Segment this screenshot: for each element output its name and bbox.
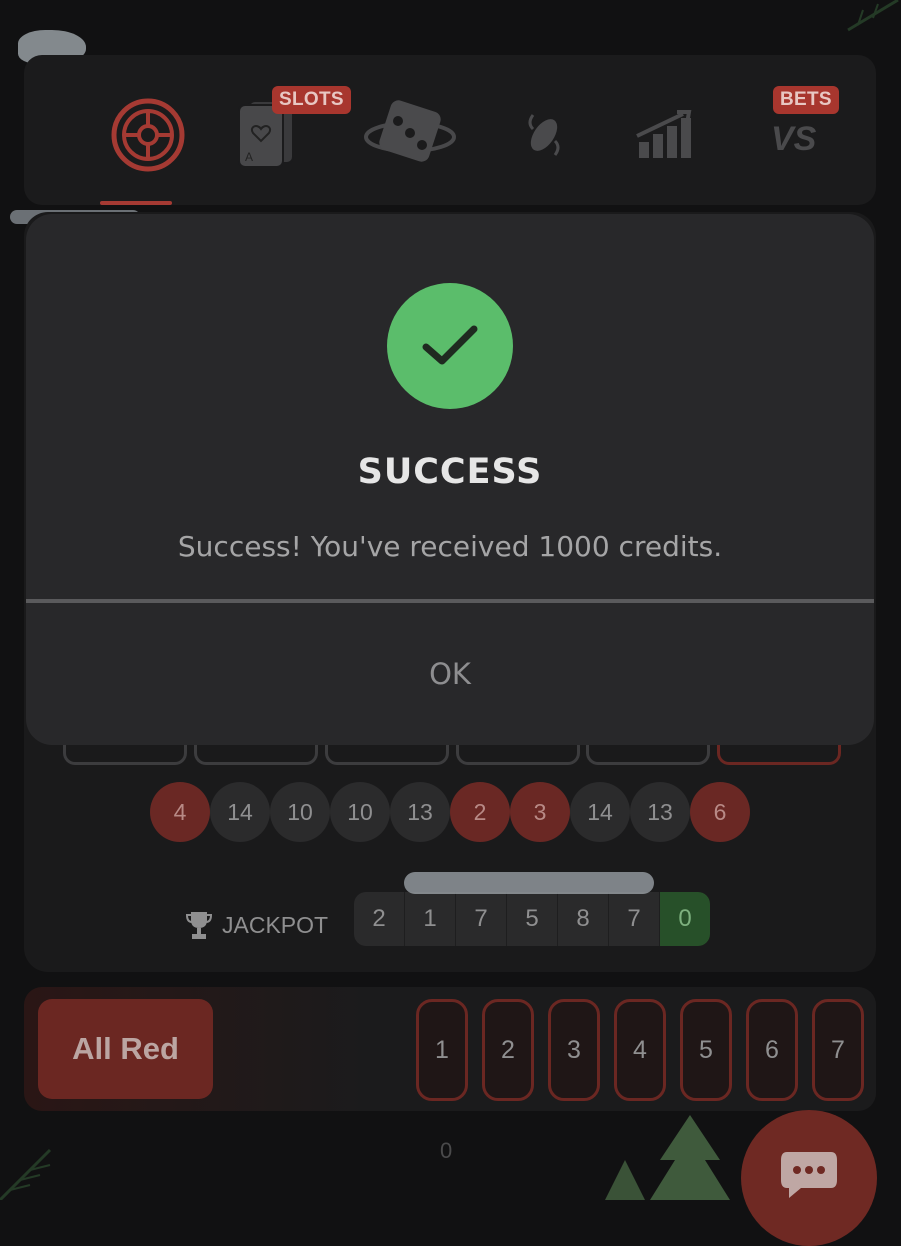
dialog-title: SUCCESS <box>357 452 543 492</box>
success-icon-circle <box>387 283 513 409</box>
page: A VS SLOTS BETS 4 14 10 10 13 2 3 14 13 … <box>0 0 901 1246</box>
check-icon <box>422 325 478 365</box>
dialog-message: Success! You've received 1000 credits. <box>177 530 723 563</box>
ok-button[interactable]: OK <box>26 603 874 745</box>
success-dialog: SUCCESS Success! You've received 1000 cr… <box>26 214 874 745</box>
